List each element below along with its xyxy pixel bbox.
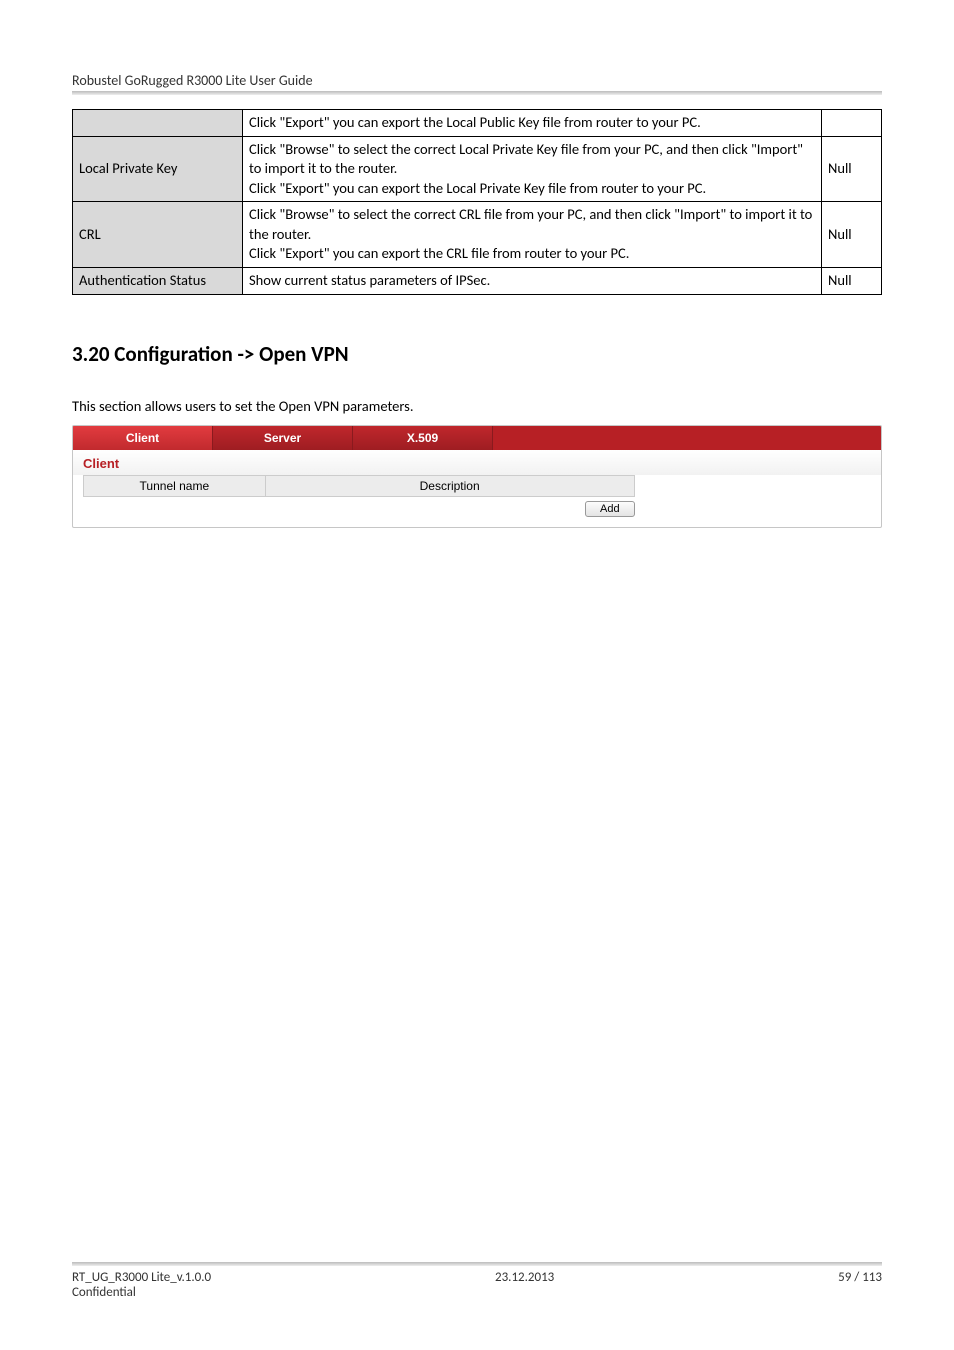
footer-confidential: Confidential xyxy=(72,1285,882,1300)
cell-default: Null xyxy=(822,267,882,294)
tab-x509[interactable]: X.509 xyxy=(353,426,493,450)
cell-default: Null xyxy=(822,202,882,268)
cell-default: Null xyxy=(822,136,882,202)
page-header: Robustel GoRugged R3000 Lite User Guide xyxy=(72,72,882,91)
footer-rule xyxy=(72,1262,882,1266)
footer-center: 23.12.2013 xyxy=(495,1270,554,1285)
header-rule xyxy=(72,91,882,95)
cell-default xyxy=(822,110,882,137)
section-intro: This section allows users to set the Ope… xyxy=(72,397,882,415)
cell-name: Local Private Key xyxy=(73,136,243,202)
col-description: Description xyxy=(265,475,634,496)
col-tunnel-name: Tunnel name xyxy=(84,475,266,496)
section-heading: 3.20 Configuration -> Open VPN xyxy=(72,341,882,367)
panel-title: Client xyxy=(73,450,881,475)
tab-bar: Client Server X.509 xyxy=(73,426,881,450)
footer-right: 59 / 113 xyxy=(838,1270,882,1285)
cell-desc: Click "Browse" to select the correct CRL… xyxy=(243,202,822,268)
tab-client[interactable]: Client xyxy=(73,426,213,450)
cell-name: Authentication Status xyxy=(73,267,243,294)
add-button[interactable]: Add xyxy=(585,501,635,517)
table-row: Click "Export" you can export the Local … xyxy=(73,110,882,137)
cell-name: CRL xyxy=(73,202,243,268)
properties-table: Click "Export" you can export the Local … xyxy=(72,109,882,295)
cell-name xyxy=(73,110,243,137)
cell-desc: Click "Browse" to select the correct Loc… xyxy=(243,136,822,202)
footer-left: RT_UG_R3000 Lite_v.1.0.0 xyxy=(72,1270,211,1285)
tab-server[interactable]: Server xyxy=(213,426,353,450)
table-row: Local Private Key Click "Browse" to sele… xyxy=(73,136,882,202)
client-list-table: Tunnel name Description xyxy=(83,475,635,497)
cell-desc: Show current status parameters of IPSec. xyxy=(243,267,822,294)
table-row: CRL Click "Browse" to select the correct… xyxy=(73,202,882,268)
table-header-row: Tunnel name Description xyxy=(84,475,635,496)
cell-desc: Click "Export" you can export the Local … xyxy=(243,110,822,137)
table-row: Authentication Status Show current statu… xyxy=(73,267,882,294)
page-footer: RT_UG_R3000 Lite_v.1.0.0 23.12.2013 59 /… xyxy=(72,1262,882,1300)
openvpn-client-panel: Client Server X.509 Client Tunnel name D… xyxy=(72,425,882,528)
